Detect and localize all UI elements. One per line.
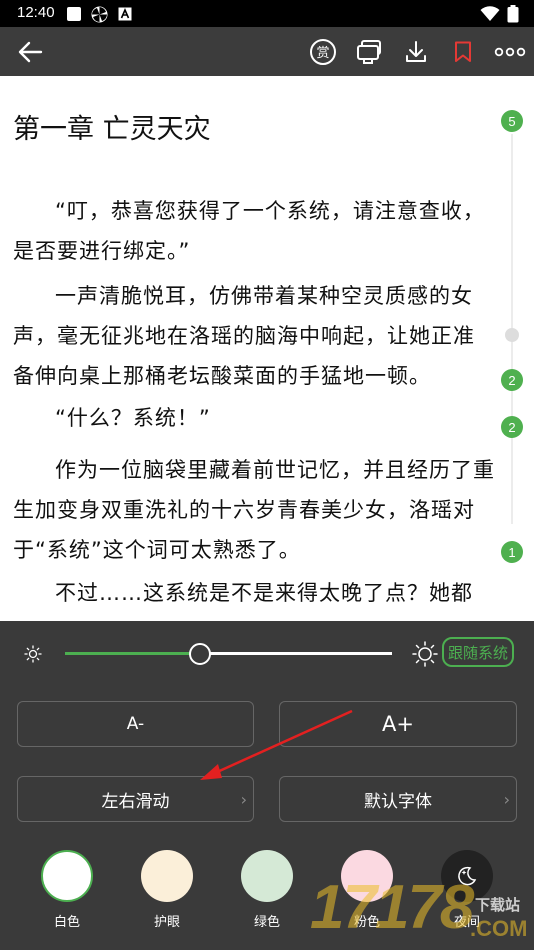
page-mode-label: 左右滑动 <box>101 791 170 812</box>
paragraph-comment-dot[interactable] <box>505 328 519 342</box>
font-family-label: 默认字体 <box>364 791 432 812</box>
theme-label: 白色 <box>53 915 80 930</box>
brightness-slider-fill <box>65 652 200 655</box>
back-arrow-icon <box>18 41 43 62</box>
paragraph-comment-badge[interactable]: 2 <box>501 416 523 438</box>
chevron-right-icon: › <box>503 790 510 809</box>
pinwheel-icon <box>91 6 108 27</box>
back-button[interactable] <box>10 27 50 76</box>
follow-system-button[interactable]: 跟随系统 <box>442 637 514 667</box>
more-button[interactable] <box>490 27 530 76</box>
battery-icon <box>507 5 519 27</box>
paragraph: 作为一位脑袋里藏着前世记忆，并且经历了重生加变身双重洗礼的十六岁青春美少女，洛瑶… <box>13 458 495 562</box>
font-smaller-button[interactable]: A- <box>17 701 254 747</box>
reward-icon: 赏 <box>310 38 336 65</box>
paragraph-comment-badge[interactable]: 5 <box>501 110 523 132</box>
bookmark-icon <box>455 41 471 62</box>
paragraph-comment-badge[interactable]: 1 <box>501 541 523 563</box>
theme-label: 护眼 <box>153 915 180 930</box>
chapter-title: 第一章 亡灵天灾 <box>13 114 211 145</box>
wifi-icon <box>480 6 500 26</box>
font-family-button[interactable]: 默认字体 › <box>279 776 517 822</box>
paragraph-comment-badge[interactable]: 2 <box>501 369 523 391</box>
reward-button[interactable]: 赏 <box>303 27 343 76</box>
theme-white-button[interactable] <box>41 850 93 902</box>
watermark-domain: .COM <box>470 916 528 941</box>
a-notification-icon <box>118 6 132 25</box>
brightness-slider-thumb[interactable] <box>189 643 212 665</box>
screen-button[interactable] <box>350 27 390 76</box>
brightness-low-icon <box>24 645 42 663</box>
reading-content[interactable]: 第一章 亡灵天灾 “叮，恭喜您获得了一个系统，请注意查收，是否要进行绑定。” 一… <box>0 76 534 621</box>
chevron-right-icon: › <box>240 790 247 809</box>
status-time: 12:40 <box>17 4 55 21</box>
brightness-slider[interactable] <box>65 643 392 665</box>
download-icon <box>406 40 426 62</box>
paragraph: “什么？系统！” <box>55 406 211 430</box>
page-mode-button[interactable]: 左右滑动 › <box>17 776 254 822</box>
theme-green-button[interactable] <box>241 850 293 902</box>
square-notification-icon <box>66 6 82 26</box>
theme-label: 绿色 <box>253 915 280 930</box>
watermark-site: 下载站 <box>475 896 521 914</box>
more-icon <box>494 47 526 56</box>
reader-toolbar: 赏 <box>0 27 534 76</box>
paragraph: 不过……这系统是不是来得太晚了点？她都 <box>55 581 473 605</box>
watermark: 17178 下载站 .COM <box>310 873 534 950</box>
theme-eye-care-button[interactable] <box>141 850 193 902</box>
watermark-number: 17178 <box>310 873 474 942</box>
bookmark-button[interactable] <box>443 27 483 76</box>
paragraph: “叮，恭喜您获得了一个系统，请注意查收，是否要进行绑定。” <box>13 199 485 263</box>
status-bar: 12:40 <box>0 0 534 27</box>
screen-icon <box>357 39 381 64</box>
paragraph: 一声清脆悦耳，仿佛带着某种空灵质感的女声，毫无征兆地在洛瑶的脑海中响起，让她正准… <box>13 284 475 388</box>
font-larger-button[interactable]: A+ <box>279 701 517 747</box>
download-button[interactable] <box>396 27 436 76</box>
brightness-high-icon <box>412 641 438 667</box>
